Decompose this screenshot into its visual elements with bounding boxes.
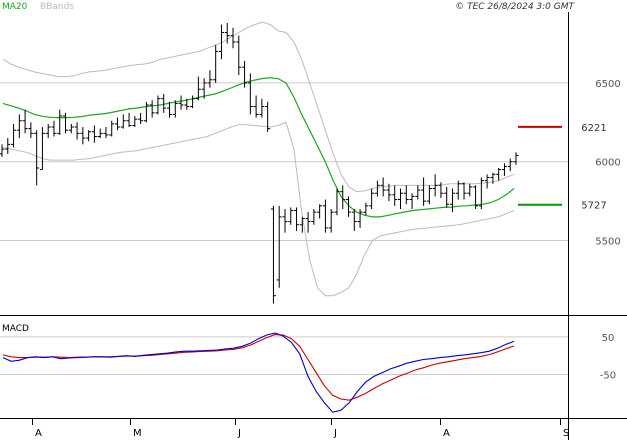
ohlc-bar — [449, 188, 455, 213]
macd-tick-label: 50 — [602, 333, 615, 344]
ohlc-bar — [501, 163, 507, 176]
ohlc-bar — [39, 127, 45, 171]
ohlc-bar — [34, 130, 40, 186]
ohlc-bar — [57, 109, 63, 135]
ohlc-bar — [115, 117, 121, 131]
grid — [0, 82, 568, 376]
legend-ma-label: MA20 — [2, 2, 28, 12]
ohlc-bar — [207, 70, 213, 88]
price-levels: 6221 5727 — [518, 123, 607, 212]
ohlc-bar — [513, 152, 519, 165]
macd-signal-line — [2, 334, 515, 401]
ohlc-bar — [236, 35, 242, 76]
ohlc-bar — [97, 128, 103, 139]
ohlc-bar — [74, 122, 80, 140]
ohlc-bar — [276, 205, 282, 288]
ohlc-bar — [138, 112, 144, 124]
ohlc-bar — [294, 207, 300, 232]
ohlc-bar — [467, 183, 473, 197]
macd-line — [2, 332, 515, 413]
ohlc-bar — [496, 168, 502, 181]
ohlc-bar — [149, 100, 155, 118]
ohlc-bar — [507, 158, 513, 172]
macd-title: MACD — [2, 324, 29, 334]
macd-tick-label: -50 — [600, 371, 616, 382]
ohlc-bar — [253, 95, 259, 118]
ohlc-bar — [230, 27, 236, 49]
ohlc-bar — [409, 193, 415, 209]
price-bars — [0, 23, 519, 304]
x-tick-label: M — [133, 428, 142, 439]
ohlc-bar — [213, 45, 219, 83]
chart-svg: 6221 5727 6500 6000 5500 50 -50 A M J J A S MA20 BB… — [0, 2, 627, 440]
ohlc-bar — [11, 123, 17, 148]
ohlc-bar — [132, 116, 138, 128]
ohlc-bar — [415, 185, 421, 200]
chart-root: 6221 5727 6500 6000 5500 50 -50 A M J J A S MA20 BB… — [0, 0, 627, 440]
ohlc-bar — [421, 177, 427, 206]
level-label: 6221 — [581, 123, 606, 134]
macd-lines — [2, 332, 515, 413]
ohlc-bar — [178, 95, 184, 110]
ohlc-bar — [103, 127, 109, 139]
x-tick-label: J — [237, 428, 241, 439]
ohlc-bar — [397, 188, 403, 209]
x-tick-label: S — [563, 428, 569, 439]
ohlc-bar — [126, 112, 132, 128]
ohlc-bar — [357, 208, 363, 228]
ohlc-bar — [259, 98, 265, 118]
ohlc-bar — [484, 174, 490, 189]
price-tick-label: 6000 — [595, 158, 620, 169]
ohlc-bar — [86, 130, 92, 142]
ohlc-bar — [22, 109, 28, 134]
ohlc-bar — [311, 208, 317, 225]
ohlc-bar — [45, 123, 51, 139]
ohlc-bar — [51, 120, 57, 137]
level-label: 5727 — [581, 201, 606, 212]
ohlc-bar — [5, 138, 11, 154]
ohlc-bar — [270, 205, 276, 304]
ohlc-bar — [282, 208, 288, 233]
ohlc-bar — [120, 114, 126, 129]
ohlc-bar — [63, 112, 69, 134]
ohlc-bar — [288, 207, 294, 225]
x-tick-label: A — [35, 428, 42, 439]
bollinger-bands — [2, 21, 515, 297]
ohlc-bar — [403, 185, 409, 205]
price-tick-label: 5500 — [595, 237, 620, 248]
ohlc-bar — [374, 180, 380, 197]
ohlc-bar — [426, 185, 432, 205]
bb-lower-line — [2, 121, 515, 297]
ohlc-bar — [190, 95, 196, 109]
ohlc-bar — [143, 101, 149, 123]
ohlc-bar — [166, 101, 172, 118]
ohlc-bar — [322, 199, 328, 233]
x-tick-label: A — [443, 428, 450, 439]
ohlc-bar — [0, 144, 5, 157]
ohlc-bar — [305, 212, 311, 233]
ohlc-bar — [28, 122, 34, 139]
x-tick-label: J — [333, 428, 337, 439]
ohlc-bar — [109, 120, 115, 137]
copyright-label: © TEC 26/8/2024 3:0 GMT — [455, 2, 575, 12]
axes: 6500 6000 5500 50 -50 A M J J A S — [0, 12, 627, 440]
ohlc-bar — [363, 202, 369, 216]
ohlc-bar — [392, 185, 398, 206]
legend-bb-label: BBands — [40, 2, 74, 12]
ohlc-bar — [369, 188, 375, 209]
ohlc-bar — [247, 73, 253, 115]
ohlc-bar — [328, 208, 334, 233]
price-tick-label: 6500 — [595, 79, 620, 90]
ohlc-bar — [91, 125, 97, 143]
ohlc-bar — [351, 208, 357, 232]
ohlc-bar — [68, 123, 74, 134]
ohlc-bar — [317, 204, 323, 219]
ma20-line — [2, 77, 515, 218]
ohlc-bar — [80, 127, 86, 145]
bb-upper-line — [2, 21, 515, 193]
ohlc-bar — [461, 182, 467, 200]
ohlc-bar — [16, 114, 22, 139]
ohlc-bar — [444, 186, 450, 208]
